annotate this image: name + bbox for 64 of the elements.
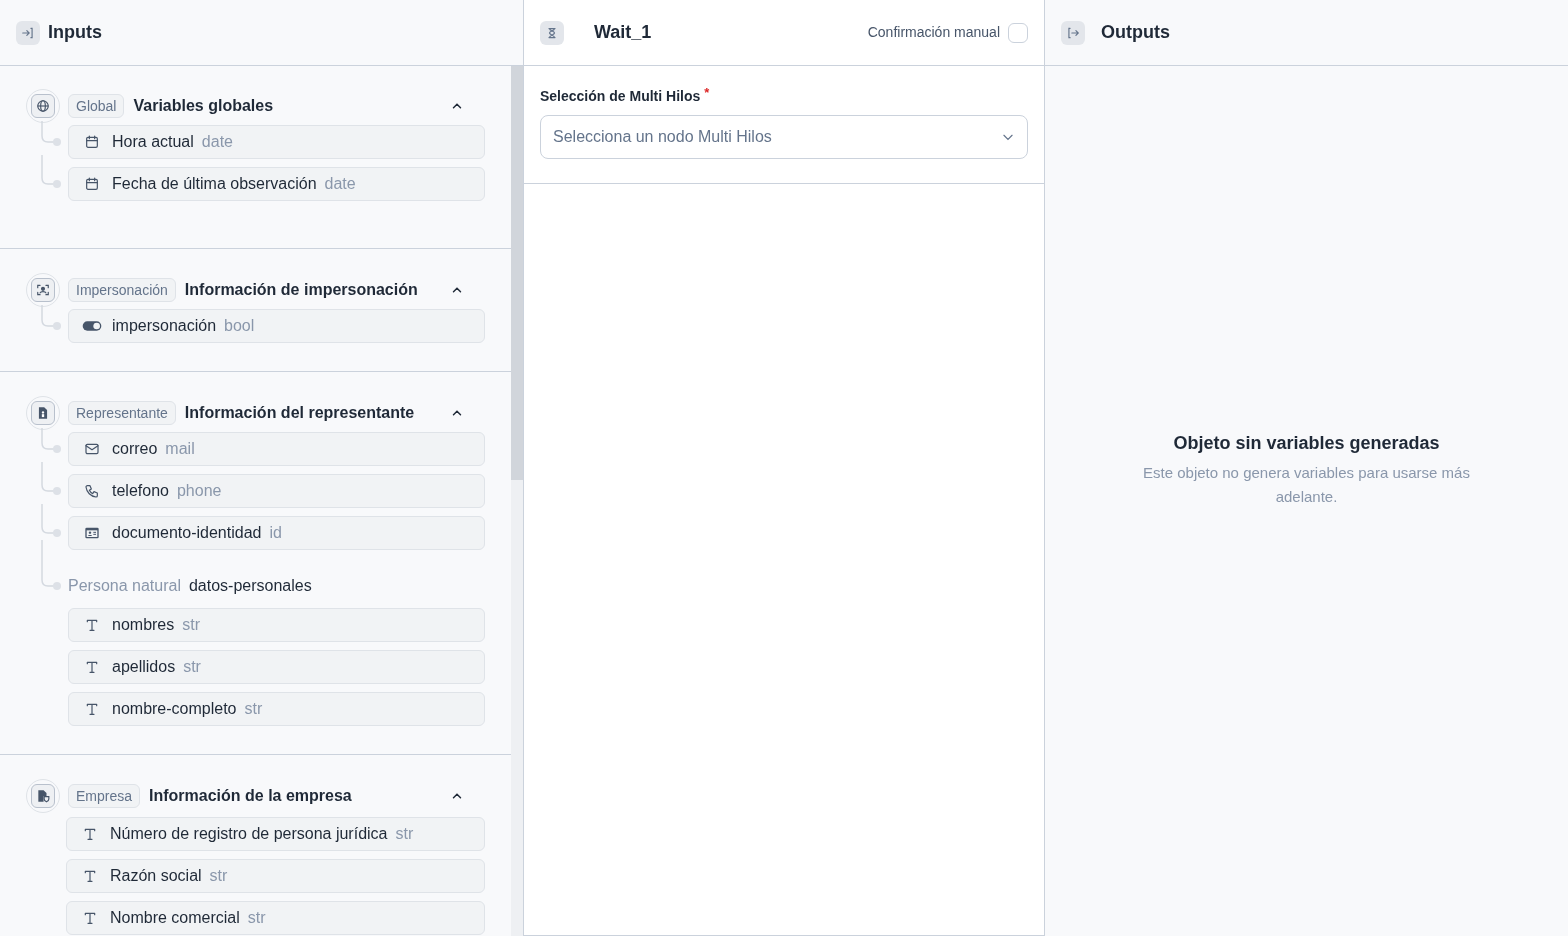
mail-icon (82, 441, 102, 457)
variable-item[interactable]: Razón social str (66, 859, 485, 893)
empty-state-title: Objeto sin variables generadas (1173, 431, 1440, 455)
variable-name: telefono (112, 481, 169, 501)
variable-type: str (244, 699, 263, 719)
group-name: datos-personales (188, 576, 312, 596)
toggle-icon (82, 318, 102, 334)
field-label: Selección de Multi Hilos (540, 87, 701, 106)
variable-name: Razón social (110, 866, 202, 886)
variable-type: date (201, 132, 233, 152)
section-title: Variables globales (133, 96, 274, 116)
id-card-icon (82, 525, 102, 541)
variable-type: str (209, 866, 228, 886)
variable-type: phone (176, 481, 222, 501)
variable-item[interactable]: Fecha de última observación date (68, 167, 485, 201)
variable-item[interactable]: impersonación bool (68, 309, 485, 343)
group-tag: Persona natural (68, 574, 181, 598)
variable-name: nombre-completo (112, 699, 237, 719)
checkbox[interactable] (1008, 22, 1028, 43)
variable-item[interactable]: nombre-completo str (68, 692, 485, 726)
variable-item[interactable]: correo mail (68, 432, 485, 466)
hourglass-icon (540, 20, 564, 45)
variable-name: correo (112, 439, 158, 459)
variable-item[interactable]: Número de registro de persona jurídica str (66, 817, 485, 851)
variable-name: nombres (112, 615, 175, 635)
variable-name: Fecha de última observación (112, 174, 317, 194)
section-title: Información de impersonación (184, 280, 418, 300)
section-tag: Representante (68, 401, 176, 425)
variable-type: str (247, 908, 266, 928)
variable-item[interactable]: telefono phone (68, 474, 485, 508)
section-title: Información de la empresa (149, 786, 352, 806)
scrollbar-thumb[interactable] (511, 66, 523, 480)
variable-item[interactable]: Hora actual date (68, 125, 485, 159)
variable-type: mail (165, 439, 195, 459)
section-tag: Empresa (68, 784, 141, 808)
variable-type: bool (224, 316, 255, 336)
variable-type: date (324, 174, 356, 194)
variable-item[interactable]: apellidos str (68, 650, 485, 684)
node-title: Wait_1 (594, 21, 652, 44)
section-tag: Global (68, 94, 125, 118)
variable-name: Hora actual (112, 132, 194, 152)
select-field[interactable]: Selecciona un nodo Multi Hilos (540, 115, 1028, 159)
variable-item[interactable]: Nombre comercial str (66, 901, 485, 935)
output-icon (1061, 20, 1085, 45)
variable-name: Nombre comercial (110, 908, 240, 928)
panel-title: Outputs (1101, 21, 1170, 44)
variable-item[interactable]: documento-identidad id (68, 516, 485, 550)
variable-type: id (269, 523, 282, 543)
variable-name: apellidos (112, 657, 176, 677)
variable-name: impersonación (112, 316, 217, 336)
input-icon (16, 20, 40, 45)
variable-item[interactable]: nombres str (68, 608, 485, 642)
variable-type: str (182, 615, 201, 635)
panel-title: Inputs (48, 21, 102, 44)
variable-name: Número de registro de persona jurídica (110, 824, 388, 844)
checkbox-label: Confirmación manual (867, 23, 1000, 42)
required-mark: * (704, 86, 710, 99)
variable-name: documento-identidad (112, 523, 262, 543)
scrollbar[interactable] (511, 66, 523, 936)
section-tag: Impersonación (68, 278, 176, 302)
empty-state-text: Este objeto no genera variables para usarse más adelante. (1142, 462, 1471, 507)
variable-type: str (183, 657, 201, 677)
variable-type: str (395, 824, 414, 844)
section-title: Información del representante (184, 403, 415, 423)
